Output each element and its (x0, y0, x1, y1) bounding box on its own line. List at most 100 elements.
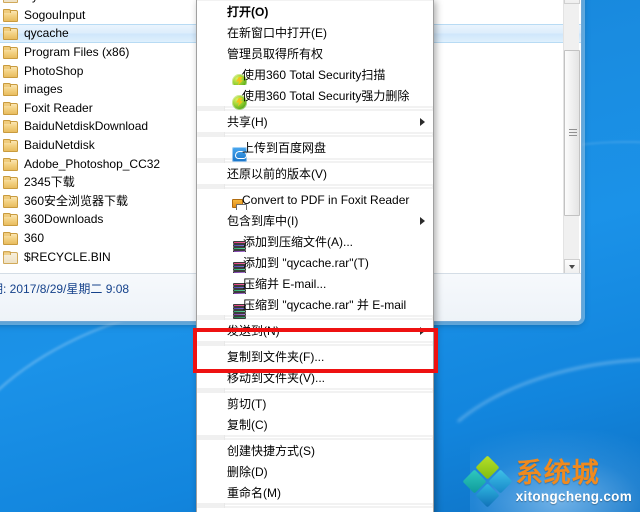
folder-icon (3, 139, 18, 153)
context-menu-item[interactable]: 上传到百度网盘 (197, 137, 433, 162)
context-menu-item-label: 使用360 Total Security强力删除 (242, 88, 410, 103)
scrollbar-thumb[interactable] (564, 50, 580, 216)
folder-icon (3, 213, 18, 227)
context-menu-item-label: 压缩到 "qycache.rar" 并 E-mail (243, 297, 407, 312)
context-menu-item-label: 使用360 Total Security扫描 (242, 67, 386, 82)
context-menu-item-label: 管理员取得所有权 (227, 46, 324, 61)
scroll-up-button[interactable] (564, 0, 580, 4)
file-label: 2345下载 (24, 175, 75, 190)
context-menu-item[interactable]: 重命名(M) (197, 482, 433, 503)
context-menu-item-label: 包含到库中(I) (227, 213, 299, 228)
context-menu-item[interactable]: 打开(O) (197, 1, 433, 22)
context-menu-item[interactable]: 压缩到 "qycache.rar" 并 E-mail (197, 294, 433, 319)
context-menu-item[interactable]: 使用360 Total Security扫描 (197, 64, 433, 89)
context-menu-item-label: 添加到 "qycache.rar"(T) (243, 255, 369, 270)
context-menu-item[interactable]: 添加到 "qycache.rar"(T) (197, 252, 433, 277)
file-label: images (24, 82, 63, 97)
folder-icon (3, 176, 18, 190)
context-menu-item[interactable]: 使用360 Total Security强力删除 (197, 85, 433, 110)
vertical-scrollbar[interactable] (563, 0, 580, 275)
submenu-chevron-right-icon (420, 117, 425, 126)
watermark-logo-icon (462, 455, 513, 508)
context-menu-item[interactable]: 包含到库中(I) (197, 210, 433, 231)
file-label: BaiduNetdisk (24, 138, 95, 153)
file-label: $RECYCLE.BIN (24, 249, 111, 264)
folder-icon (3, 157, 18, 171)
context-menu-item-label: 创建快捷方式(S) (227, 443, 315, 458)
context-menu-item-label: 打开(O) (227, 4, 269, 19)
watermark: 系统城 xitongcheng.com (462, 455, 632, 508)
file-label: System Volume Information (24, 0, 171, 2)
context-menu-separator (225, 134, 432, 135)
context-menu-item[interactable]: 发送到(N) (197, 320, 433, 341)
watermark-en-text: xitongcheng.com (515, 489, 632, 505)
file-label: 360 (24, 231, 45, 246)
submenu-chevron-right-icon (420, 216, 425, 225)
context-menu-item-label: 在新窗口中打开(E) (227, 25, 327, 40)
watermark-cn-text: 系统城 (515, 458, 600, 489)
file-label: PhotoShop (24, 63, 84, 78)
context-menu-item[interactable]: 管理员取得所有权 (197, 43, 433, 64)
context-menu-item[interactable]: Convert to PDF in Foxit Reader (197, 189, 433, 216)
context-menu-separator (225, 186, 432, 187)
context-menu-separator (225, 390, 432, 391)
file-label: Adobe_Photoshop_CC32 (24, 156, 161, 171)
context-menu-item-label: 删除(D) (227, 464, 268, 479)
file-label: Foxit Reader (24, 100, 93, 115)
context-menu-item-label: 共享(H) (227, 114, 268, 129)
context-menu-separator (225, 108, 432, 109)
scroll-down-arrow-icon (569, 265, 575, 269)
folder-icon (3, 232, 18, 246)
submenu-chevron-right-icon (420, 326, 425, 335)
context-menu-item-label: 发送到(N) (227, 323, 280, 338)
folder-icon (3, 27, 18, 41)
file-label: SogouInput (24, 7, 86, 22)
context-menu-item-label: 重命名(M) (227, 485, 281, 500)
context-menu-item[interactable]: 剪切(T) (197, 393, 433, 414)
context-menu-item[interactable]: 属性(R) (197, 508, 433, 512)
context-menu-items: 打开(O) 在新窗口中打开(E) 管理员取得所有权使用360 Total Secur… (197, 1, 433, 512)
folder-icon (3, 0, 18, 4)
context-menu-item[interactable]: 删除(D) (197, 461, 433, 482)
folder-icon (3, 8, 18, 22)
context-menu-item[interactable]: 压缩并 E-mail... (197, 273, 433, 298)
context-menu-item[interactable]: 共享(H) (197, 111, 433, 132)
context-menu-item-label: 剪切(T) (227, 396, 267, 411)
context-menu-item[interactable]: 复制(C) (197, 414, 433, 435)
file-label: 360安全浏览器下载 (24, 193, 129, 208)
folder-icon (3, 83, 18, 97)
context-menu[interactable]: 打开(O) 在新窗口中打开(E) 管理员取得所有权使用360 Total Secur… (196, 0, 434, 512)
context-menu-item-label: 压缩并 E-mail... (243, 276, 327, 291)
file-label: Program Files (x86) (24, 45, 130, 60)
context-menu-separator (225, 343, 432, 344)
file-label: BaiduNetdiskDownload (24, 119, 149, 134)
folder-icon (3, 250, 18, 264)
context-menu-item[interactable]: 复制到文件夹(F)... (197, 346, 433, 367)
folder-icon (3, 120, 18, 134)
folder-icon (3, 46, 18, 60)
desktop-screen: System Volume Information SogouInput qycac… (0, 0, 640, 512)
folder-icon (3, 101, 18, 115)
context-menu-item-label: 上传到百度网盘 (242, 140, 327, 155)
context-menu-item[interactable]: 创建快捷方式(S) (197, 440, 433, 461)
context-menu-separator (225, 437, 432, 438)
context-menu-item-label: 复制到文件夹(F)... (227, 349, 325, 364)
context-menu-item[interactable]: 添加到压缩文件(A)... (197, 231, 433, 256)
folder-icon (3, 64, 18, 78)
context-menu-item-label: 添加到压缩文件(A)... (243, 234, 353, 249)
watermark-text: 系统城 xitongcheng.com (516, 460, 632, 504)
scrollbar-grip-icon (569, 129, 577, 137)
context-menu-separator (225, 505, 432, 506)
context-menu-separator (225, 160, 432, 161)
context-menu-item[interactable]: 在新窗口中打开(E) (197, 22, 433, 43)
context-menu-item[interactable]: 移动到文件夹(V)... (197, 367, 433, 388)
context-menu-separator (225, 317, 432, 318)
context-menu-item-label: Convert to PDF in Foxit Reader (242, 192, 410, 207)
folder-icon (3, 194, 18, 208)
context-menu-item-label: 移动到文件夹(V)... (227, 370, 325, 385)
context-menu-item-label: 复制(C) (227, 417, 268, 432)
context-menu-item[interactable]: 还原以前的版本(V) (197, 163, 433, 184)
context-menu-item-label: 还原以前的版本(V) (227, 166, 327, 181)
file-label: 360Downloads (24, 212, 104, 227)
file-label: qycache (24, 26, 69, 41)
